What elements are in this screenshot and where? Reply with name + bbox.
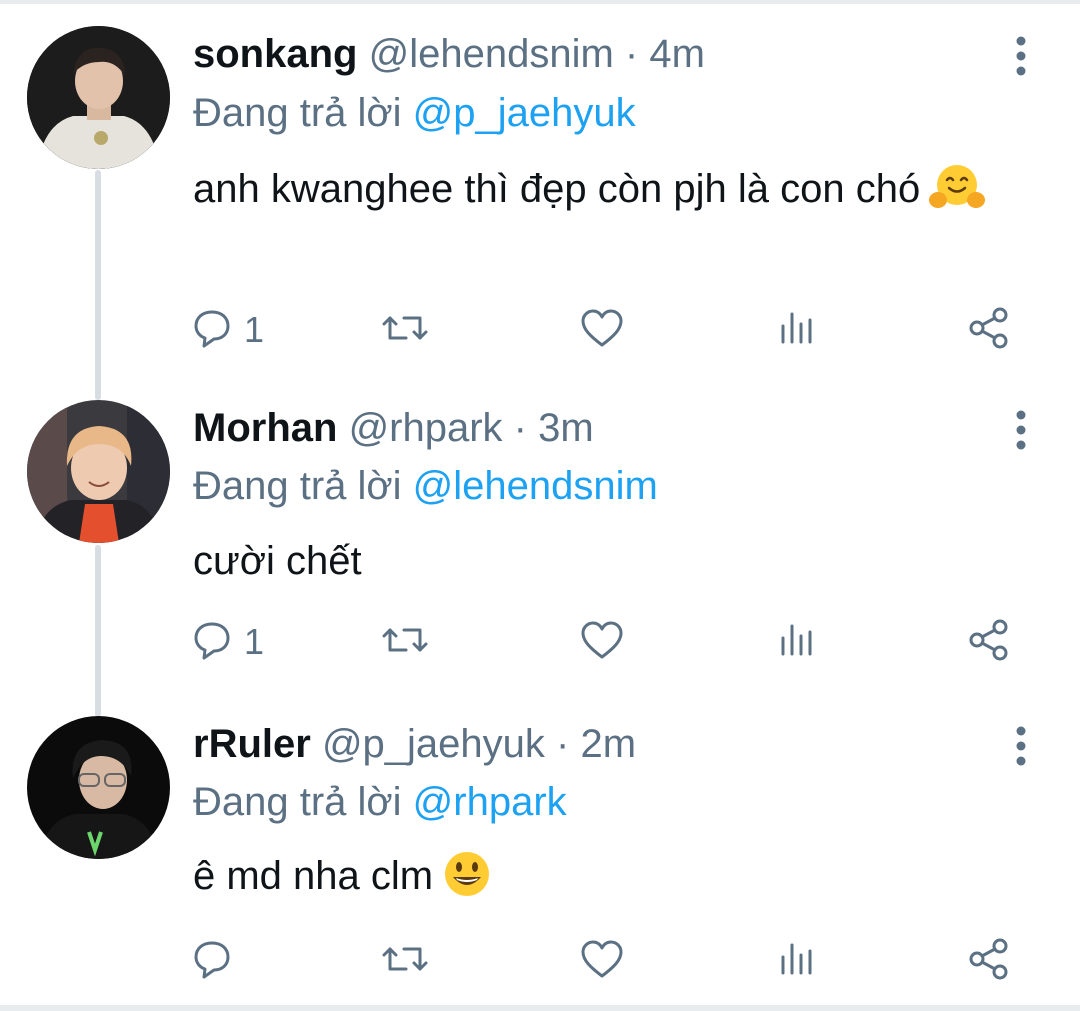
replying-to-label: Đang trả lời [193,464,402,508]
retweet-icon [380,937,430,986]
grinning-face-icon [441,849,493,915]
analytics-button[interactable] [775,617,819,667]
mention-link[interactable]: @lehendsnim [413,464,658,508]
share-button[interactable] [967,305,1011,355]
tweet-header: Morhan @rhpark · 3m [193,404,594,452]
tweet-text: anh kwanghee thì đẹp còn pjh là con chó [193,160,1023,228]
reply-button[interactable]: 1 [190,617,264,667]
tweet-text-content: cười chết [193,539,362,583]
tweet[interactable]: Morhan @rhpark · 3m Đang trả lời @lehend… [0,380,1080,700]
like-button[interactable] [578,617,626,667]
reply-count: 1 [244,309,265,350]
more-icon[interactable] [1008,408,1034,452]
replying-to: Đang trả lời @p_jaehyuk [193,89,636,137]
replying-to: Đang trả lời @rhpark [193,778,567,826]
tweet[interactable]: sonkang @lehendsnim · 4m Đang trả lời @p… [0,0,1080,380]
share-icon [967,306,1011,355]
avatar[interactable] [27,400,170,543]
reply-icon [190,937,234,986]
tweet-text-content: anh kwanghee thì đẹp còn pjh là con chó [193,167,921,211]
hugging-face-icon [928,162,986,228]
analytics-icon [775,306,819,355]
replying-to: Đang trả lời @lehendsnim [193,462,658,510]
reply-icon [190,618,234,667]
bottom-border [0,1005,1080,1011]
replying-to-label: Đang trả lời [193,780,402,824]
avatar[interactable] [27,26,170,169]
tweet-text: cười chết [193,532,1023,590]
separator-dot: · [556,722,570,766]
mention-link[interactable]: @p_jaehyuk [413,91,636,135]
replying-to-label: Đang trả lời [193,91,402,135]
like-icon [578,618,626,667]
timestamp[interactable]: 4m [649,32,705,76]
share-button[interactable] [967,936,1011,986]
retweet-button[interactable] [380,305,430,355]
timestamp[interactable]: 3m [538,406,594,450]
display-name[interactable]: Morhan [193,406,337,450]
analytics-button[interactable] [775,936,819,986]
tweet-actions: 1 [190,617,1020,667]
like-button[interactable] [578,936,626,986]
display-name[interactable]: rRuler [193,722,311,766]
timestamp[interactable]: 2m [580,722,636,766]
retweet-icon [380,306,430,355]
tweet-header: sonkang @lehendsnim · 4m [193,30,705,78]
avatar[interactable] [27,716,170,859]
tweet-actions [190,936,1020,986]
reply-count: 1 [244,621,265,662]
analytics-button[interactable] [775,305,819,355]
share-icon [967,937,1011,986]
mention-link[interactable]: @rhpark [413,780,567,824]
like-icon [578,306,626,355]
like-button[interactable] [578,305,626,355]
separator-dot: · [513,406,527,450]
share-button[interactable] [967,617,1011,667]
retweet-icon [380,618,430,667]
more-icon[interactable] [1008,34,1034,78]
retweet-button[interactable] [380,936,430,986]
user-handle[interactable]: @lehendsnim [369,32,614,76]
separator-dot: · [624,32,639,76]
analytics-icon [775,618,819,667]
user-handle[interactable]: @p_jaehyuk [322,722,545,766]
share-icon [967,618,1011,667]
like-icon [578,937,626,986]
reply-icon [190,306,234,355]
more-icon[interactable] [1008,724,1034,768]
reply-button[interactable] [190,936,244,986]
tweet-text: ê md nha clm [193,847,1023,915]
tweet-text-content: ê md nha clm [193,854,434,898]
tweet[interactable]: rRuler @p_jaehyuk · 2m Đang trả lời @rhp… [0,700,1080,1005]
analytics-icon [775,937,819,986]
user-handle[interactable]: @rhpark [349,406,503,450]
tweet-header: rRuler @p_jaehyuk · 2m [193,720,636,768]
reply-button[interactable]: 1 [190,305,264,355]
tweet-actions: 1 [190,305,1020,355]
retweet-button[interactable] [380,617,430,667]
display-name[interactable]: sonkang [193,32,357,76]
